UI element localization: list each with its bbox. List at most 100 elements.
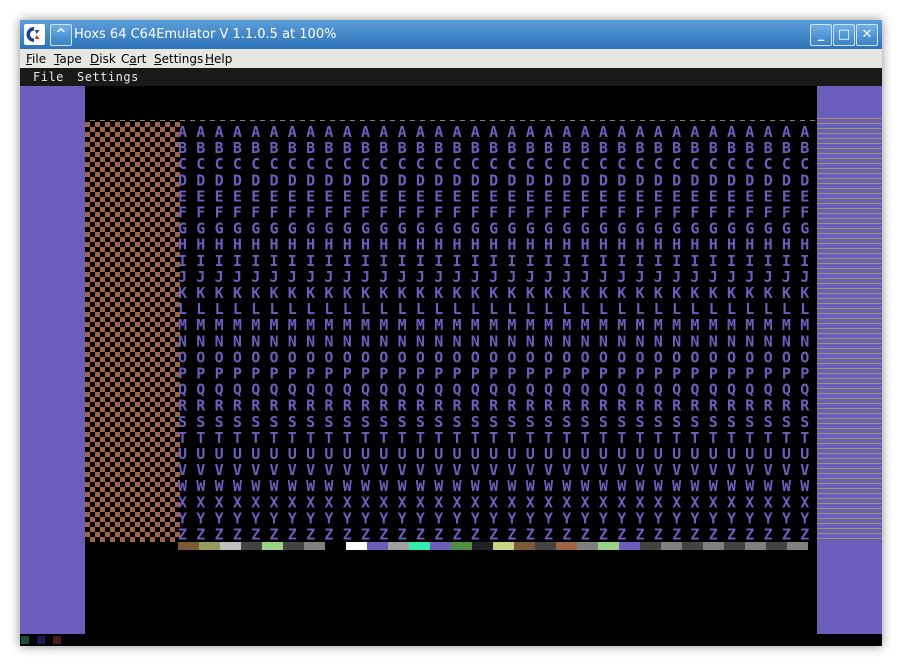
checker-cell <box>95 487 100 492</box>
menu-disk[interactable]: Disk <box>90 49 116 69</box>
menu-tape[interactable]: Tape <box>54 49 82 69</box>
checker-cell <box>130 187 135 192</box>
checker-cell <box>160 492 165 497</box>
checker-cell <box>160 522 165 527</box>
checker-cell <box>135 207 140 212</box>
menu-file[interactable]: File <box>26 49 46 69</box>
checker-cell <box>160 407 165 412</box>
checker-cell <box>115 372 120 377</box>
menu-settings[interactable]: Settings <box>154 49 203 69</box>
menu-cart[interactable]: Cart <box>121 49 146 69</box>
checker-cell <box>120 152 125 157</box>
checker-cell <box>145 127 150 132</box>
checker-cell <box>110 442 115 447</box>
checker-cell <box>105 492 110 497</box>
color-strip-cell <box>661 542 682 550</box>
checker-cell <box>85 427 90 432</box>
checker-cell <box>155 277 160 282</box>
checker-cell <box>145 212 150 217</box>
color-strip-cell <box>556 542 577 550</box>
checker-cell <box>140 297 145 302</box>
checker-cell <box>90 337 95 342</box>
checker-cell <box>100 247 105 252</box>
checker-cell <box>130 192 135 197</box>
screen-glyph: Z <box>398 526 407 544</box>
checker-cell <box>115 517 120 522</box>
border-stripe <box>817 328 882 329</box>
checker-cell <box>125 282 130 287</box>
checker-cell <box>85 407 90 412</box>
checker-cell <box>160 312 165 317</box>
checker-cell <box>100 127 105 132</box>
checker-cell <box>140 502 145 507</box>
checker-cell <box>115 162 120 167</box>
collapse-button[interactable]: ^ <box>50 24 72 46</box>
checker-cell <box>110 217 115 222</box>
checker-cell <box>165 247 170 252</box>
screen-glyph: Z <box>544 526 553 544</box>
checker-cell <box>85 272 90 277</box>
checker-cell <box>110 322 115 327</box>
checker-cell <box>140 232 145 237</box>
checker-cell <box>125 427 130 432</box>
checker-cell <box>150 187 155 192</box>
border-stripe <box>817 488 882 489</box>
checker-cell <box>140 482 145 487</box>
color-strip-cell <box>787 542 808 550</box>
c64-screen[interactable]: AAAAAAAAAAAAAAAAAAAAAAAAAAAAAAAAAAABBBBB… <box>20 86 882 634</box>
checker-cell <box>140 462 145 467</box>
checker-cell <box>85 437 90 442</box>
checker-cell <box>115 397 120 402</box>
checker-cell <box>120 347 125 352</box>
checker-cell <box>165 237 170 242</box>
checker-cell <box>120 352 125 357</box>
checker-cell <box>140 252 145 257</box>
checker-cell <box>120 342 125 347</box>
menu-help[interactable]: Help <box>205 49 232 69</box>
checker-cell <box>115 137 120 142</box>
checker-cell <box>115 342 120 347</box>
checker-cell <box>100 147 105 152</box>
checker-cell <box>110 177 115 182</box>
checker-cell <box>145 512 150 517</box>
emu-menu-file[interactable]: File <box>33 68 64 86</box>
checker-cell <box>160 177 165 182</box>
checker-cell <box>95 517 100 522</box>
checker-cell <box>130 477 135 482</box>
checker-cell <box>85 477 90 482</box>
checker-cell <box>155 152 160 157</box>
checker-cell <box>150 447 155 452</box>
checker-cell <box>155 192 160 197</box>
checker-cell <box>145 392 150 397</box>
checker-cell <box>140 162 145 167</box>
checker-cell <box>155 522 160 527</box>
checker-cell <box>140 322 145 327</box>
checker-cell <box>100 237 105 242</box>
checker-cell <box>90 262 95 267</box>
checker-cell <box>155 372 160 377</box>
title-bar[interactable]: ^ Hoxs 64 C64Emulator V 1.1.0.5 at 100% … <box>20 20 882 50</box>
close-button[interactable]: ✕ <box>856 24 878 46</box>
checker-cell <box>100 257 105 262</box>
checker-cell <box>145 487 150 492</box>
checker-cell <box>165 422 170 427</box>
checker-cell <box>105 527 110 532</box>
maximize-button[interactable]: □ <box>833 24 855 46</box>
top-dash <box>500 120 505 121</box>
commodore-logo-icon[interactable] <box>24 24 45 45</box>
minimize-button[interactable]: _ <box>810 24 832 46</box>
checker-cell <box>155 322 160 327</box>
checker-cell <box>115 467 120 472</box>
checker-cell <box>120 497 125 502</box>
checker-cell <box>105 477 110 482</box>
checker-cell <box>115 312 120 317</box>
checker-cell <box>85 532 90 537</box>
checker-cell <box>95 267 100 272</box>
checker-cell <box>135 532 140 537</box>
emu-menu-settings[interactable]: Settings <box>77 68 139 86</box>
checker-cell <box>110 482 115 487</box>
checker-cell <box>140 387 145 392</box>
checker-cell <box>120 172 125 177</box>
checker-cell <box>125 447 130 452</box>
checker-cell <box>125 407 130 412</box>
